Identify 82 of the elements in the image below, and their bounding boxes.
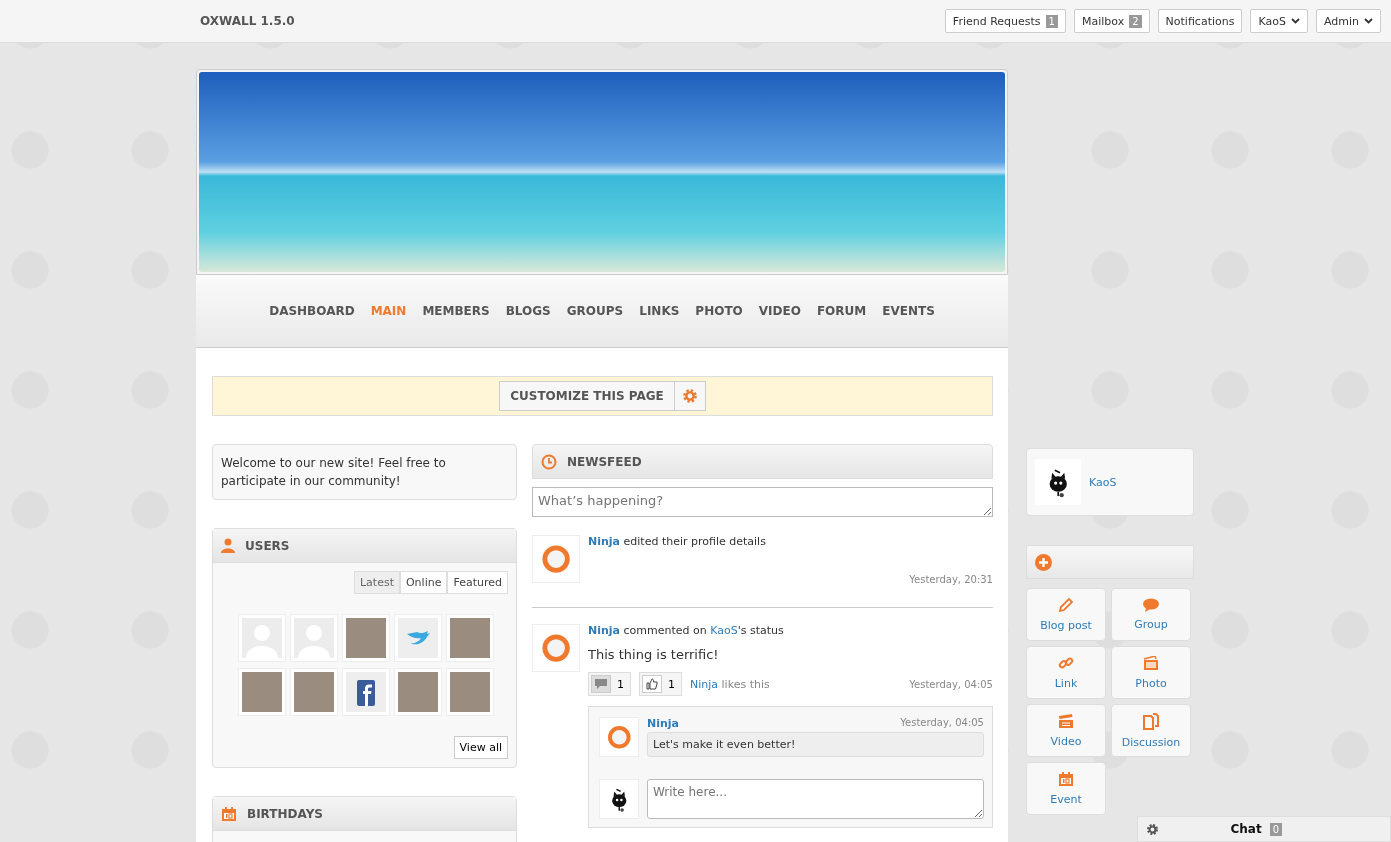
pencil-icon xyxy=(1058,597,1074,613)
activity-text: Ninja edited their profile details xyxy=(588,535,767,548)
clapperboard-icon xyxy=(1058,713,1074,729)
user-link[interactable]: Ninja xyxy=(588,624,620,637)
photos-icon xyxy=(1143,655,1159,671)
clock-icon xyxy=(541,453,557,470)
top-menu-button[interactable]: Friend Requests 1 xyxy=(944,9,1066,33)
speech-bubble-icon xyxy=(1143,598,1159,612)
user-link[interactable]: Ninja xyxy=(588,535,620,548)
quick-add-button[interactable]: Discussion xyxy=(1111,704,1191,757)
comment-text: Let's make it even better! xyxy=(647,732,984,757)
count-badge: 1 xyxy=(1045,14,1058,28)
top-menu-button[interactable]: Notifications xyxy=(1157,9,1243,33)
filter-tab[interactable]: Online xyxy=(399,571,448,594)
bird-avatar[interactable] xyxy=(393,614,442,662)
widget-title: NEWSFEED xyxy=(567,454,642,469)
nav-link[interactable]: LINKS xyxy=(639,304,680,318)
filter-tab[interactable]: Featured xyxy=(447,571,508,594)
welcome-text: Welcome to our new site! Feel free to participate in our community! xyxy=(220,455,447,490)
status-input[interactable]: What’s happening? xyxy=(532,487,993,517)
avatar[interactable] xyxy=(599,779,639,819)
filter-tab[interactable]: Latest xyxy=(353,571,400,594)
chevron-down-icon xyxy=(1290,18,1300,24)
timestamp: Yesterday, 04:05 xyxy=(909,678,993,690)
quick-add-button[interactable]: Blog post xyxy=(1026,588,1106,641)
chat-label: Chat xyxy=(1230,822,1262,836)
avatar-photo-placeholder[interactable] xyxy=(289,668,338,716)
avatar-photo-placeholder[interactable] xyxy=(445,668,494,716)
chain-link-icon xyxy=(1058,655,1074,671)
customize-page-button[interactable]: CUSTOMIZE THIS PAGE xyxy=(499,381,674,411)
widget-title: USERS xyxy=(245,538,290,553)
quick-add-button[interactable]: Photo xyxy=(1111,646,1191,699)
like-button[interactable]: 1 xyxy=(639,672,682,696)
gear-icon xyxy=(681,388,698,404)
facebook-style-avatar[interactable] xyxy=(341,668,390,716)
site-title[interactable]: OXWALL 1.5.0 xyxy=(200,14,295,28)
quick-add-button[interactable]: Group xyxy=(1111,588,1191,641)
likes-text: Ninja likes this xyxy=(690,677,770,691)
avatar-photo-placeholder[interactable] xyxy=(341,614,390,662)
status-text: This thing is terrific! xyxy=(588,647,720,662)
settings-icon[interactable] xyxy=(1146,822,1159,836)
user-icon xyxy=(221,538,235,553)
thumbs-up-icon xyxy=(646,678,658,690)
comment-icon xyxy=(595,679,607,689)
quick-add-button[interactable]: Link xyxy=(1026,646,1106,699)
settings-button[interactable] xyxy=(673,381,706,411)
avatar-photo-placeholder[interactable] xyxy=(445,614,494,662)
timestamp: Yesterday, 20:31 xyxy=(909,574,993,585)
user-link[interactable]: KaoS xyxy=(710,624,738,637)
avatar-photo-placeholder[interactable] xyxy=(393,668,442,716)
widget-title: BIRTHDAYS xyxy=(247,806,323,821)
comment-input[interactable]: Write here... xyxy=(647,779,984,819)
profile-name-link[interactable]: KaoS xyxy=(1089,475,1117,489)
top-menu-button[interactable]: Admin xyxy=(1315,9,1381,33)
nav-link[interactable]: EVENTS xyxy=(882,304,935,318)
avatar[interactable] xyxy=(1035,459,1081,505)
nav-link[interactable]: MEMBERS xyxy=(422,304,490,318)
nav-link[interactable]: GROUPS xyxy=(566,304,624,318)
plus-circle-icon[interactable] xyxy=(1035,553,1052,571)
count-badge: 2 xyxy=(1129,14,1142,28)
nav-link[interactable]: BLOGS xyxy=(505,304,551,318)
calendar-icon xyxy=(1058,771,1074,787)
top-menu-button[interactable]: Mailbox 2 xyxy=(1074,9,1150,33)
documents-icon xyxy=(1143,712,1159,730)
activity-text: Ninja commented on KaoS's status xyxy=(588,624,785,637)
top-menu-button[interactable]: KaoS xyxy=(1250,9,1308,33)
avatar-photo-placeholder[interactable] xyxy=(237,668,286,716)
user-link[interactable]: Ninja xyxy=(647,717,679,730)
view-all-button[interactable]: View all xyxy=(453,736,508,759)
quick-add-button[interactable]: Event xyxy=(1026,762,1106,815)
nav-link[interactable]: DASHBOARD xyxy=(269,304,355,318)
count-badge: 0 xyxy=(1269,822,1282,836)
user-link[interactable]: Ninja xyxy=(690,677,719,691)
calendar-icon xyxy=(221,805,237,822)
nav-link[interactable]: PHOTO xyxy=(695,304,743,318)
quick-add-button[interactable]: Video xyxy=(1026,704,1106,757)
timestamp: Yesterday, 04:05 xyxy=(900,717,984,730)
chat-bar[interactable]: Chat 0 xyxy=(1137,816,1391,842)
comments-button[interactable]: 1 xyxy=(588,672,631,696)
nav-link[interactable]: VIDEO xyxy=(758,304,801,318)
nav-link[interactable]: FORUM xyxy=(816,304,867,318)
chevron-down-icon xyxy=(1364,18,1373,24)
